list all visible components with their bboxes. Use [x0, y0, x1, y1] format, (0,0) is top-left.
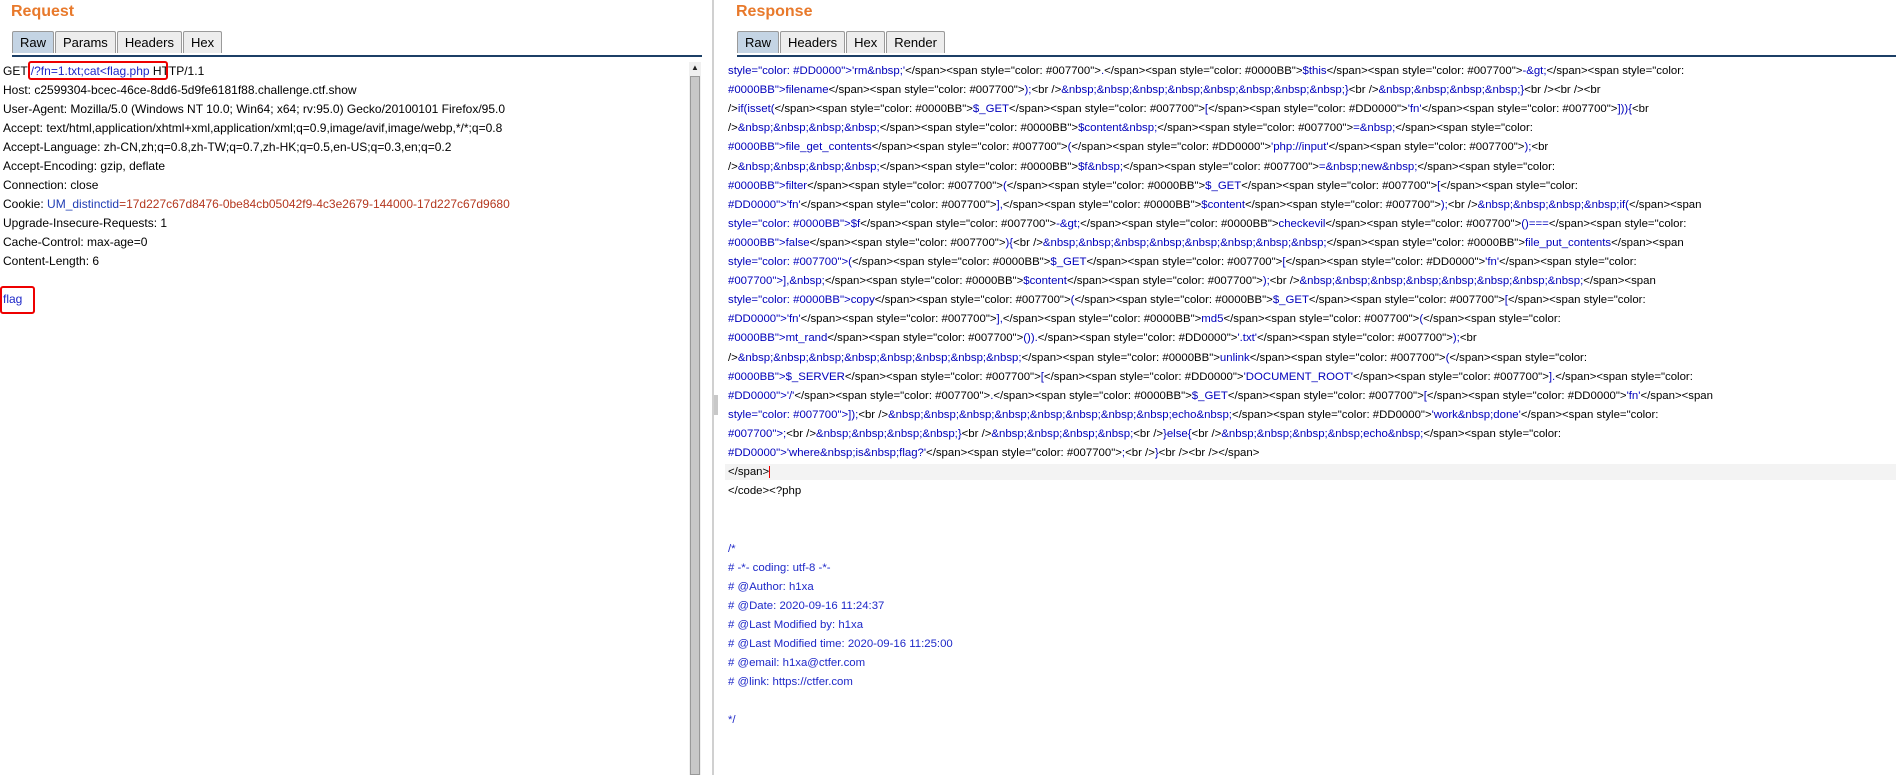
- response-line: #DD0000">'where&nbsp;is&nbsp;flag?'</spa…: [728, 447, 1260, 459]
- response-line: />&nbsp;&nbsp;&nbsp;&nbsp;&nbsp;&nbsp;&n…: [728, 351, 1588, 364]
- response-line: style="color: #0000BB">$f</span><span st…: [728, 217, 1687, 230]
- header-content-length: Content-Length: 6: [3, 254, 100, 268]
- response-line: # @email: h1xa@ctfer.com: [728, 657, 866, 670]
- cookie-name: UM_distinctid: [47, 197, 120, 211]
- response-line: #0000BB">mt_rand</span><span style="colo…: [728, 332, 1477, 345]
- header-cache-control: Cache-Control: max-age=0: [3, 235, 148, 249]
- response-line: style="color: #007700">(</span><span sty…: [728, 256, 1637, 268]
- tab-headers[interactable]: Headers: [116, 31, 182, 53]
- response-line: style="color: #007700">]);<br />&nbsp;&n…: [728, 408, 1659, 421]
- scroll-thumb[interactable]: [690, 76, 700, 775]
- header-connection: Connection: close: [3, 178, 99, 192]
- response-line: />if(isset(</span><span style="color: #0…: [728, 103, 1649, 116]
- request-editor[interactable]: GET /?fn=1.txt;cat<flag.php HTTP/1.1 Hos…: [0, 58, 686, 775]
- response-line: #0000BB">file_get_contents</span><span s…: [728, 141, 1549, 154]
- header-accept: Accept: text/html,application/xhtml+xml,…: [3, 121, 503, 135]
- path-highlight-box: [28, 61, 168, 80]
- divider-handle[interactable]: [714, 395, 718, 415]
- cookie-key: Cookie:: [3, 197, 48, 211]
- header-user-agent: User-Agent: Mozilla/5.0 (Windows NT 10.0…: [3, 102, 506, 116]
- response-line: />&nbsp;&nbsp;&nbsp;&nbsp;</span><span s…: [728, 122, 1533, 135]
- scroll-up-icon[interactable]: ▲: [689, 62, 701, 74]
- request-pane: Request Raw Params Headers Hex GET /?fn=…: [0, 0, 702, 775]
- response-line: # @Last Modified time: 2020-09-16 11:25:…: [728, 638, 953, 650]
- response-line: style="color: #DD0000">'rm&nbsp;'</span>…: [728, 65, 1685, 77]
- request-scrollbar[interactable]: ▲: [689, 62, 701, 775]
- response-line: #DD0000">'/'</span><span style="color: #…: [728, 389, 1713, 402]
- response-line: #007700">],&nbsp;</span><span style="col…: [728, 275, 1656, 288]
- response-tabs: Raw Headers Hex Render: [737, 31, 946, 53]
- response-line: #0000BB">filename</span><span style="col…: [728, 84, 1601, 97]
- request-tabs: Raw Params Headers Hex: [12, 31, 223, 53]
- response-line: # @Date: 2020-09-16 11:24:37: [728, 599, 885, 612]
- response-line: # -*- coding: utf-8 -*-: [728, 561, 831, 574]
- response-line: />&nbsp;&nbsp;&nbsp;&nbsp;</span><span s…: [728, 160, 1556, 173]
- request-title: Request: [11, 3, 75, 20]
- tab-underline: [737, 55, 1896, 57]
- response-line: #0000BB">filter</span><span style="color…: [728, 179, 1578, 192]
- response-editor[interactable]: style="color: #DD0000">'rm&nbsp;'</span>…: [725, 58, 1896, 775]
- request-method: GET: [3, 64, 31, 78]
- text-cursor: [769, 466, 771, 479]
- pane-divider[interactable]: [712, 0, 714, 775]
- header-accept-encoding: Accept-Encoding: gzip, deflate: [3, 159, 166, 173]
- response-line: # @link: https://ctfer.com: [728, 676, 853, 689]
- response-title: Response: [736, 3, 813, 20]
- header-accept-language: Accept-Language: zh-CN,zh;q=0.8,zh-TW;q=…: [3, 140, 452, 154]
- response-line: */: [728, 714, 736, 727]
- response-line: #DD0000">'fn'</span><span style="color: …: [728, 198, 1702, 211]
- tab-hex[interactable]: Hex: [846, 31, 886, 53]
- cookie-value: =17d227c67d8476-0be84cb05042f9-4c3e2679-…: [119, 197, 510, 211]
- header-cookie: Cookie: UM_distinctid=17d227c67d8476-0be…: [3, 196, 510, 212]
- response-pane: Response Raw Headers Hex Render style="c…: [725, 0, 1896, 775]
- response-line: </span>: [725, 464, 1896, 481]
- response-line: # @Author: h1xa: [728, 580, 814, 593]
- tab-params[interactable]: Params: [55, 31, 116, 53]
- response-line: </code><?php: [728, 485, 802, 498]
- tab-headers[interactable]: Headers: [780, 31, 846, 53]
- response-line: /*: [728, 542, 736, 555]
- body-highlight-box: [0, 286, 35, 314]
- response-line: # @Last Modified by: h1xa: [728, 618, 864, 631]
- tab-render[interactable]: Render: [886, 31, 945, 53]
- tab-raw[interactable]: Raw: [737, 31, 780, 53]
- tab-raw[interactable]: Raw: [12, 31, 55, 53]
- response-line: style="color: #0000BB">copy</span><span …: [728, 294, 1646, 307]
- tab-underline: [12, 55, 702, 57]
- header-upgrade-insecure: Upgrade-Insecure-Requests: 1: [3, 216, 168, 230]
- response-line: #0000BB">$_SERVER</span><span style="col…: [728, 370, 1693, 383]
- response-line: #DD0000">'fn'</span><span style="color: …: [728, 313, 1561, 326]
- tab-hex[interactable]: Hex: [182, 31, 223, 53]
- response-line: #007700">;<br />&nbsp;&nbsp;&nbsp;&nbsp;…: [728, 427, 1561, 440]
- header-host: Host: c2599304-bcec-46ce-8dd6-5d9fe6181f…: [3, 83, 357, 97]
- response-line: #0000BB">false</span><span style="color:…: [728, 236, 1684, 249]
